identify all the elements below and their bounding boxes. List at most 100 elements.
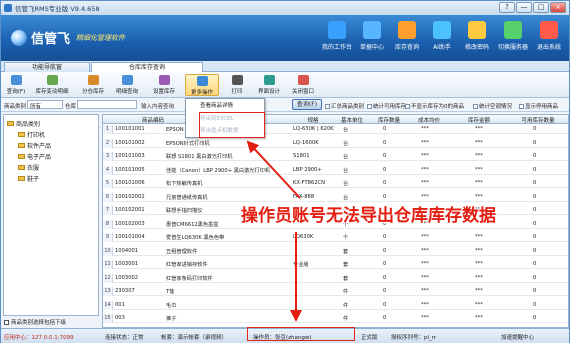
list-icon xyxy=(46,75,58,85)
more-actions-button[interactable]: 更多操作 xyxy=(185,74,219,96)
cell-amount: *** xyxy=(475,301,483,308)
stock-change-detail-button[interactable]: 库存变动明细 xyxy=(29,74,75,96)
tree-node-shoes[interactable]: 鞋子 xyxy=(18,174,39,183)
check-summary-category[interactable]: 汇总商品类别 xyxy=(325,102,364,110)
documents-button[interactable]: 单据中心 xyxy=(354,19,390,59)
tree-node-electronics[interactable]: 电子产品 xyxy=(18,152,52,161)
tab-navigation[interactable]: 功能导航窗 xyxy=(4,62,90,72)
ai-assistant-button[interactable]: AI助手 xyxy=(424,19,460,59)
workbench-button[interactable]: 我的工作台 xyxy=(319,19,355,59)
checkbox-icon xyxy=(325,103,330,109)
cell-spec: S1801 xyxy=(293,153,310,159)
cell-avail: 0 xyxy=(533,153,537,159)
cell-unit: 台 xyxy=(343,154,349,160)
print-button[interactable]: 打印 xyxy=(225,74,249,96)
table-row[interactable]: 3 100101003 联想 S1801 黑白激光打印机 S1801 台 0 *** *** 0 xyxy=(103,152,568,161)
table-row[interactable]: 10 1004001 丑租管理软件 套 0 *** *** 0 xyxy=(103,246,568,256)
folder-icon xyxy=(18,153,25,159)
table-row[interactable]: 15 003 裤子 件 0 *** *** 0 xyxy=(103,314,568,323)
exit-button[interactable]: 退出系统 xyxy=(531,19,567,59)
cell-code: 100101001 xyxy=(115,126,145,132)
server-label: 切换服务器 xyxy=(497,44,528,51)
include-subcategory-checkbox[interactable]: 商品类别选择包括下级 xyxy=(4,318,66,326)
tab-inventory-query[interactable]: 仓库库存查询 xyxy=(91,62,203,72)
tree-node-label: 电子产品 xyxy=(27,153,52,161)
close-window-button[interactable]: × xyxy=(550,2,566,13)
check-label: 统计空调情况 xyxy=(479,104,513,110)
close-tab-label: 关闭窗口 xyxy=(291,89,314,95)
toolbar-query-button[interactable]: 查询(F) xyxy=(4,74,28,96)
cell-cost: *** xyxy=(421,247,429,254)
tree-node-clothes[interactable]: 衣服 xyxy=(18,163,39,172)
row-number: 13 xyxy=(103,287,113,296)
tree-root[interactable]: 商品类别 xyxy=(7,119,40,128)
maximize-button[interactable]: □ xyxy=(533,2,549,13)
folder-icon xyxy=(7,120,14,126)
window-title: 信管飞RMS专业版 V9.4.658 xyxy=(15,5,100,13)
ledger-status: 帐套：演示帐套（录视频） xyxy=(161,335,228,341)
cell-qty: 0 xyxy=(383,288,387,294)
table-row[interactable]: 13 230307 T恤 件 0 *** *** 0 xyxy=(103,287,568,296)
cell-code: 230307 xyxy=(115,288,135,294)
table-row[interactable]: 12 1003002 红管家条码打印软件 套 0 *** *** 0 xyxy=(103,273,568,283)
help-button[interactable]: ? xyxy=(499,2,515,13)
more-actions-label: 更多操作 xyxy=(190,90,213,96)
table-row[interactable]: 9 100101004 爱普生LQ630K 黑色色带 LQ630K 个 0 *** *** 0 xyxy=(103,233,568,242)
table-row[interactable]: 11 1003001 红管家进销存软件 专业版 套 0 *** *** 0 xyxy=(103,260,568,269)
col-qty[interactable]: 库存数量 xyxy=(371,116,407,124)
design-icon xyxy=(263,75,275,85)
cell-cost: *** xyxy=(421,126,429,132)
cell-amount: *** xyxy=(475,234,483,240)
col-amount[interactable]: 库存金额 xyxy=(451,116,507,124)
cell-name: 兄弟普通纸传真机 xyxy=(166,194,208,201)
cell-qty: 0 xyxy=(383,274,387,281)
row-number: 2 xyxy=(103,138,113,148)
check-hide-zero[interactable]: 不显示库存为0的商品 xyxy=(405,102,464,110)
sub-warehouse-button[interactable]: 分仓库存 xyxy=(77,74,109,96)
query-button[interactable]: 查询(F) xyxy=(292,99,322,110)
checkbox-icon xyxy=(405,103,410,109)
ui-design-button[interactable]: 界面设计 xyxy=(253,74,285,96)
cell-name: T恤 xyxy=(166,289,175,295)
cell-amount: *** xyxy=(475,153,483,159)
col-spec[interactable]: 规格 xyxy=(293,116,333,124)
warehouse-select[interactable] xyxy=(77,100,137,109)
minimize-button[interactable]: — xyxy=(516,2,532,13)
tree-node-software[interactable]: 软件产品 xyxy=(18,141,51,150)
menu-view-details[interactable]: 查看商品详情 xyxy=(186,100,264,112)
inventory-icon xyxy=(398,21,416,39)
stock-change-label: 库存变动明细 xyxy=(35,89,69,95)
keyword-input[interactable]: 输入内容查询 xyxy=(141,102,174,110)
check-disabled-goods[interactable]: 显示停用商品 xyxy=(519,102,558,110)
exit-label: 退出系统 xyxy=(536,44,561,51)
inventory-query-button[interactable]: 库存查询 xyxy=(389,19,425,59)
cell-cost: *** xyxy=(421,166,429,173)
toolbar-query-label: 查询(F) xyxy=(6,89,26,95)
set-stock-button[interactable]: 设置库存 xyxy=(146,74,182,96)
switch-server-button[interactable]: 切换服务器 xyxy=(495,19,531,59)
tree-node-printer[interactable]: 打印机 xyxy=(18,130,45,139)
cell-avail: 0 xyxy=(533,247,537,254)
col-unit[interactable]: 基本单位 xyxy=(335,116,369,124)
close-tab-button[interactable]: 关闭窗口 xyxy=(287,74,319,96)
row-number: 15 xyxy=(103,314,113,323)
change-password-button[interactable]: 修改密码 xyxy=(459,19,495,59)
check-available-stock[interactable]: 统计可用库存 xyxy=(367,102,406,110)
check-aircon[interactable]: 统计空调情况 xyxy=(473,102,512,110)
cell-avail: 0 xyxy=(533,220,537,227)
table-row[interactable]: 5 100101006 松下热敏传真机 KX-FT862CN 台 0 *** *** 0 xyxy=(103,179,568,188)
assistant-icon xyxy=(433,21,451,39)
col-code[interactable]: 商品编码 xyxy=(125,116,181,124)
table-row[interactable]: 1100101001EPSON LQ-630K（单层）LQ-630K | 620… xyxy=(103,125,568,134)
ai-label: AI助手 xyxy=(433,44,451,51)
detail-query-button[interactable]: 明细查询 xyxy=(111,74,143,96)
table-row[interactable]: 14 001 毛巾 件 0 *** *** 0 xyxy=(103,300,568,310)
cell-qty: 0 xyxy=(383,180,387,186)
col-available[interactable]: 可用库存数量 xyxy=(509,116,567,124)
table-row[interactable]: 4 100101005 佳能（Canon）LBP 2900+ 黑白激光打印机 LBP … xyxy=(103,165,568,175)
table-row[interactable]: 2 100101002 EPSON针式打印机 LQ-1600K 台 0 *** *** 0 xyxy=(103,138,568,148)
col-cost[interactable]: 成本均价 xyxy=(409,116,449,124)
category-select[interactable]: 所有 xyxy=(27,100,63,110)
contact-status[interactable]: 加速提醒中心 xyxy=(501,333,534,341)
cell-avail: 0 xyxy=(533,315,537,321)
